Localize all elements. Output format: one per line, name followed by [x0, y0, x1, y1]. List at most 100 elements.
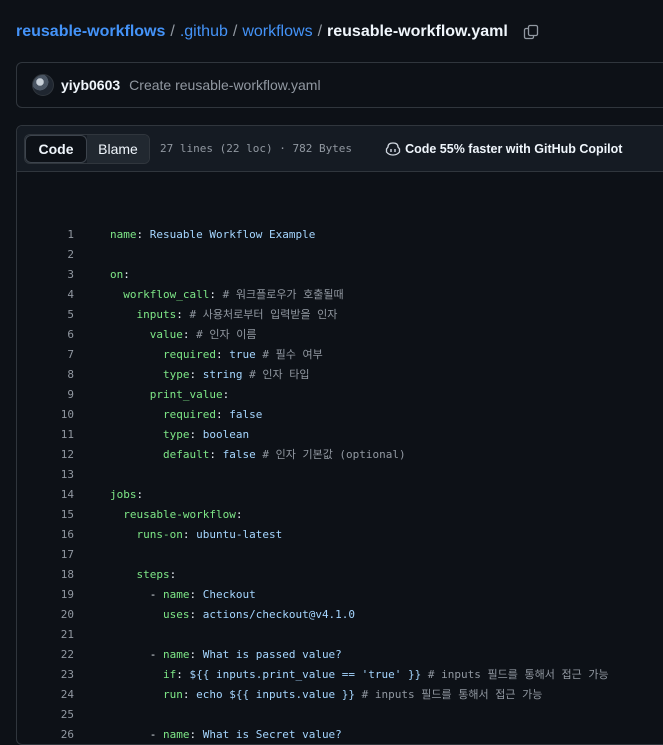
line-number[interactable]: 17	[17, 548, 74, 561]
tab-code[interactable]: Code	[25, 134, 87, 163]
line-number[interactable]: 14	[17, 488, 74, 501]
code-key: required	[162, 348, 216, 361]
line-number[interactable]: 26	[17, 728, 74, 741]
code-line: 21	[17, 624, 657, 644]
code-line: 12 default: false # 인자 기본값 (optional)	[17, 444, 657, 464]
line-number[interactable]: 2	[17, 248, 74, 261]
line-number[interactable]: 12	[17, 448, 74, 461]
code-line: 24 run: echo ${{ inputs.value }} # input…	[17, 684, 657, 704]
line-number[interactable]: 11	[17, 428, 74, 441]
code-key: type	[162, 368, 190, 381]
code-colon: :	[169, 567, 177, 581]
code-comment: # inputs 필드를 통해서 접근 가능	[421, 668, 609, 681]
code-value: string	[196, 368, 243, 381]
code-line: 1 name: Resuable Workflow Example	[17, 224, 657, 244]
code-text: type: boolean	[110, 428, 249, 441]
code-colon: :	[235, 507, 243, 521]
code-text: - name: What is passed value?	[110, 648, 342, 661]
line-number[interactable]: 25	[17, 708, 74, 721]
line-number[interactable]: 15	[17, 508, 74, 521]
code-text: if: ${{ inputs.print_value == 'true' }} …	[110, 666, 609, 682]
code-key: default	[162, 448, 210, 461]
line-number[interactable]: 18	[17, 568, 74, 581]
copilot-promo-link[interactable]: Code 55% faster with GitHub Copilot	[385, 142, 622, 156]
breadcrumb-separator: /	[170, 23, 175, 40]
code-key: name	[110, 227, 137, 241]
code-value: ${{ inputs.print_value == 'true' }}	[182, 668, 422, 681]
line-number[interactable]: 9	[17, 388, 74, 401]
code-text: uses: actions/checkout@v4.1.0	[110, 608, 355, 621]
copy-path-button[interactable]	[522, 23, 540, 41]
breadcrumb-separator: /	[232, 23, 238, 40]
line-number[interactable]: 19	[17, 588, 74, 601]
breadcrumb-workflows-link[interactable]: workflows	[242, 23, 312, 41]
code-text: jobs:	[110, 488, 143, 501]
code-key: uses	[162, 607, 190, 621]
code-line: 3 on:	[17, 264, 657, 284]
line-number[interactable]: 8	[17, 368, 74, 381]
line-number[interactable]: 23	[17, 668, 74, 681]
commit-message-link[interactable]: Create reusable-workflow.yaml	[129, 77, 320, 93]
file-stats: 27 lines (22 loc) · 782 Bytes	[160, 142, 353, 155]
line-number[interactable]: 6	[17, 328, 74, 341]
avatar[interactable]	[32, 74, 54, 96]
line-number[interactable]: 1	[17, 228, 74, 241]
code-value: ubuntu-latest	[189, 527, 283, 541]
code-line: 19 - name: Checkout	[17, 584, 657, 604]
code-line: 26 - name: What is Secret value?	[17, 724, 657, 744]
code-text: reusable-workflow:	[110, 508, 242, 521]
code-key: inputs	[136, 308, 177, 321]
line-number[interactable]: 24	[17, 688, 74, 701]
line-number[interactable]: 10	[17, 408, 74, 421]
code-value: What is Secret value?	[196, 727, 342, 741]
code-value: false	[222, 407, 263, 421]
code-key: type	[162, 427, 190, 441]
code-key: reusable-workflow	[123, 507, 236, 521]
code-line: 10 required: false	[17, 404, 657, 424]
file-viewer: Code Blame 27 lines (22 loc) · 782 Bytes…	[16, 125, 663, 745]
code-value: false	[215, 448, 256, 461]
commit-author-link[interactable]: yiyb0603	[61, 77, 120, 93]
code-value: echo ${{ inputs.value }}	[189, 688, 356, 701]
code-comment: # 사용처로부터 입력받을 인자	[182, 308, 338, 321]
code-comment: # inputs 필드를 통해서 접근 가능	[355, 688, 543, 701]
code-line: 11 type: boolean	[17, 424, 657, 444]
tab-blame[interactable]: Blame	[87, 134, 149, 163]
copilot-promo-text: Code 55% faster with GitHub Copilot	[405, 141, 623, 156]
line-number[interactable]: 7	[17, 348, 74, 361]
code-indent: -	[110, 647, 163, 661]
code-colon: :	[215, 407, 223, 421]
code-key: name	[162, 647, 190, 661]
line-number[interactable]: 16	[17, 528, 74, 541]
code-text: run: echo ${{ inputs.value }} # inputs 필…	[110, 686, 542, 702]
breadcrumb-github-link[interactable]: .github	[180, 23, 228, 41]
code-line: 6 value: # 인자 이름	[17, 324, 657, 344]
breadcrumb-repo-link[interactable]: reusable-workflows	[16, 23, 165, 41]
line-number[interactable]: 22	[17, 648, 74, 661]
line-number[interactable]: 5	[17, 308, 74, 321]
code-text: type: string # 인자 타입	[110, 366, 309, 382]
code-text: required: false	[110, 408, 262, 421]
line-number[interactable]: 20	[17, 608, 74, 621]
line-number[interactable]: 3	[17, 268, 74, 281]
code-text: - name: What is Secret value?	[110, 728, 342, 741]
code-line: 22 - name: What is passed value?	[17, 644, 657, 664]
code-line: 23 if: ${{ inputs.print_value == 'true' …	[17, 664, 657, 684]
code-key: print_value	[149, 387, 223, 401]
code-text: inputs: # 사용처로부터 입력받을 인자	[110, 306, 338, 322]
code-line: 2	[17, 244, 657, 264]
code-text: name: Resuable Workflow Example	[110, 228, 315, 241]
line-number[interactable]: 21	[17, 628, 74, 641]
code-indent: -	[110, 727, 163, 741]
code-text: default: false # 인자 기본값 (optional)	[110, 446, 406, 462]
code-value: What is passed value?	[196, 647, 342, 661]
line-number[interactable]: 4	[17, 288, 74, 301]
line-number[interactable]: 13	[17, 468, 74, 481]
